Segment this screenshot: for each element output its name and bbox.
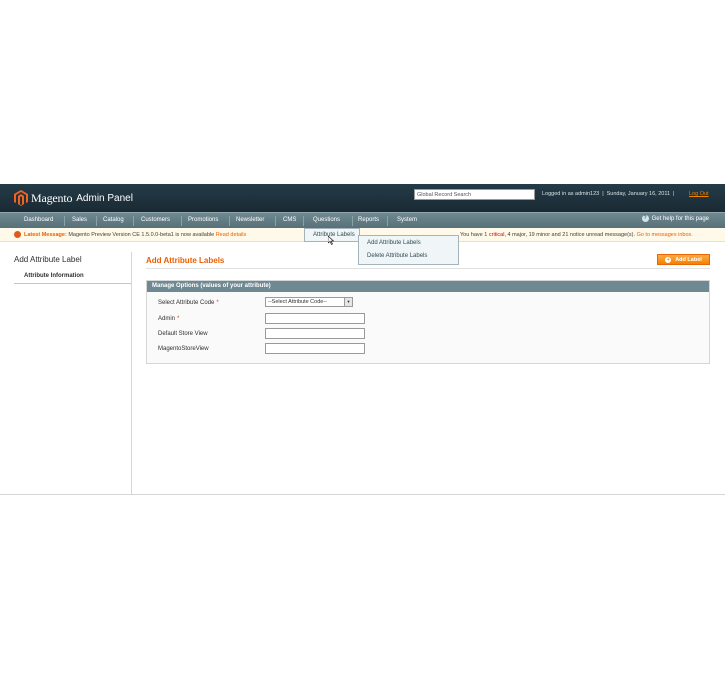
nav-dashboard[interactable]: Dashboard (22, 213, 55, 228)
help-label: Get help for this page (651, 215, 709, 222)
magento-store-view-input[interactable] (265, 343, 365, 354)
main-nav: Dashboard Sales Catalog Customers Promot… (0, 212, 725, 228)
logged-in-text: Logged in as admin123 (542, 191, 600, 197)
header: Magento Admin Panel Global Record Search… (0, 184, 725, 212)
nav-divider (133, 216, 134, 226)
admin-input[interactable] (265, 313, 365, 324)
read-details-link[interactable]: Read details (216, 232, 247, 238)
help-icon: ? (641, 215, 649, 222)
select-value: --Select Attribute Code-- (268, 299, 327, 305)
nav-newsletter[interactable]: Newsletter (234, 213, 266, 228)
nav-system[interactable]: System (395, 213, 419, 228)
latest-message-label: Latest Message: (24, 232, 67, 238)
nav-divider (229, 216, 230, 226)
logout-link[interactable]: Log Out (689, 191, 709, 197)
field-label: Admin (158, 316, 176, 322)
nav-reports[interactable]: Reports (356, 213, 381, 228)
page-title: Add Attribute Labels (146, 256, 225, 265)
summary-prefix: You have (460, 232, 483, 238)
add-label-text: Add Label (675, 256, 702, 263)
nav-divider (181, 216, 182, 226)
nav-questions[interactable]: Questions (311, 213, 342, 228)
message-summary: You have 1 critical, 4 major, 19 minor a… (460, 232, 693, 238)
add-icon: + (665, 256, 672, 263)
nav-cms[interactable]: CMS (281, 213, 298, 228)
nav-divider (387, 216, 388, 226)
required-mark: * (216, 300, 219, 306)
mouse-cursor-icon (328, 236, 335, 245)
manage-options-fieldset: Manage Options (values of your attribute… (146, 280, 710, 364)
major-count[interactable]: 4 major (508, 232, 526, 238)
footer-divider (0, 494, 725, 495)
required-mark: * (177, 316, 180, 322)
nav-sales[interactable]: Sales (70, 213, 89, 228)
fieldset-title: Manage Options (values of your attribute… (147, 281, 709, 292)
help-link[interactable]: ? Get help for this page (641, 215, 709, 222)
app: Magento Admin Panel Global Record Search… (0, 0, 725, 680)
date-text: Sunday, January 16, 2011 (606, 191, 671, 197)
nav-divider (96, 216, 97, 226)
nav-divider (64, 216, 65, 226)
nav-promotions[interactable]: Promotions (186, 213, 220, 228)
user-info: Logged in as admin123 | Sunday, January 16… (542, 191, 675, 197)
notice-count[interactable]: 21 notice unread message(s). (562, 232, 635, 238)
logo-text: Magento (31, 190, 73, 205)
global-search-input[interactable]: Global Record Search (414, 189, 535, 200)
attribute-labels-submenu: Add Attribute Labels Delete Attribute La… (358, 235, 459, 265)
field-label: Select Attribute Code (158, 300, 215, 306)
nav-catalog[interactable]: Catalog (101, 213, 126, 228)
admin-label: Admin * (158, 316, 179, 322)
magento-store-view-label: MagentoStoreView (158, 346, 209, 352)
nav-divider (352, 216, 353, 226)
default-store-view-input[interactable] (265, 328, 365, 339)
add-label-button[interactable]: + Add Label (657, 254, 710, 265)
sidebar-title: Add Attribute Label (14, 255, 82, 264)
magento-logo-icon (14, 190, 28, 206)
menu-item-delete-attribute-labels[interactable]: Delete Attribute Labels (367, 253, 427, 259)
latest-message-text: Magento Preview Version CE 1.5.0.0-beta1… (68, 232, 215, 238)
logo[interactable]: Magento Admin Panel (14, 190, 133, 206)
title-divider (146, 268, 710, 269)
column-divider (131, 252, 132, 495)
latest-message: Latest Message: Magento Preview Version … (14, 228, 246, 242)
nav-divider (275, 216, 276, 226)
attribute-code-select[interactable]: --Select Attribute Code-- ▼ (265, 297, 353, 307)
logo-subtitle: Admin Panel (76, 192, 133, 204)
messages-inbox-link[interactable]: Go to messages inbox. (637, 232, 693, 238)
chevron-down-icon: ▼ (344, 298, 352, 306)
warning-icon (14, 231, 21, 239)
critical-count[interactable]: 1 critical (484, 232, 504, 238)
tab-attribute-information[interactable]: Attribute Information (14, 270, 132, 284)
nav-divider (303, 216, 304, 226)
nav-customers[interactable]: Customers (139, 213, 172, 228)
menu-item-add-attribute-labels[interactable]: Add Attribute Labels (367, 240, 421, 246)
minor-count[interactable]: 19 minor and (529, 232, 561, 238)
attribute-code-label: Select Attribute Code * (158, 300, 219, 306)
default-store-view-label: Default Store View (158, 331, 208, 337)
